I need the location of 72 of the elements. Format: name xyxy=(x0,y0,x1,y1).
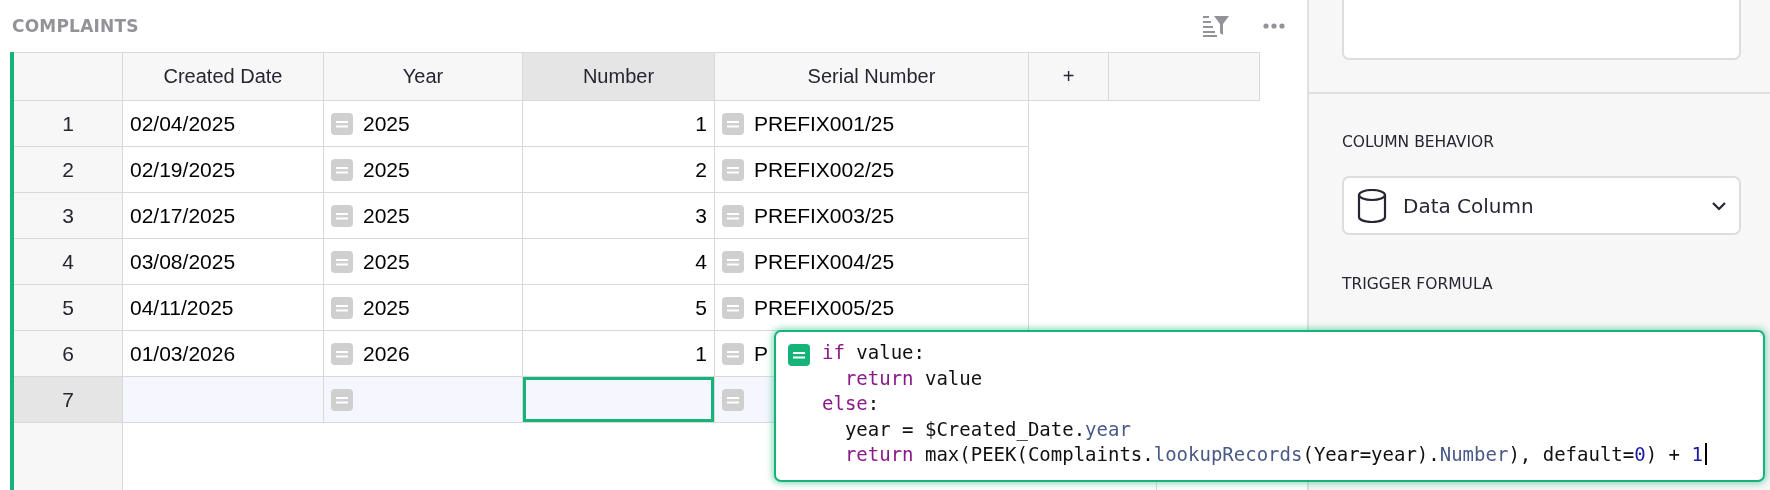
row-number[interactable]: 3 xyxy=(14,193,123,239)
code-line: year = $Created_Date.year xyxy=(843,416,1131,442)
row-number[interactable]: 7 xyxy=(14,377,123,423)
column-behavior-dropdown[interactable]: Data Column xyxy=(1342,176,1741,235)
code-line: return value xyxy=(843,365,983,391)
dropdown-value: Data Column xyxy=(1403,193,1535,218)
table-cell-text: 2025 xyxy=(363,203,410,228)
column-header[interactable]: Created Date xyxy=(123,52,324,101)
table-cell-text: PREFIX001/25 xyxy=(754,111,895,136)
equals-icon xyxy=(722,158,744,181)
equals-icon xyxy=(331,112,353,135)
section-heading: COLUMN BEHAVIOR xyxy=(1342,132,1495,153)
equals-icon xyxy=(722,388,744,411)
table-cell-text: PREFIX002/25 xyxy=(754,157,895,182)
row-number[interactable]: 1 xyxy=(14,101,123,147)
equals-icon xyxy=(331,296,353,319)
column-header[interactable]: Number xyxy=(523,52,715,101)
table-cell-text: 2026 xyxy=(363,341,410,366)
table-cell-text: 2025 xyxy=(363,111,410,136)
table-cell-text: PREFIX004/25 xyxy=(754,249,895,274)
table-cell-text: 1 xyxy=(695,111,707,136)
equals-icon xyxy=(722,342,744,365)
table-cell-text: 4 xyxy=(695,249,707,274)
equals-icon xyxy=(722,204,744,227)
new-row-cell[interactable] xyxy=(324,377,523,423)
code-line: return max(PEEK(Complaints.lookupRecords(Year=year).Number), default=0) + 1 xyxy=(843,442,1703,467)
table-cell-text: 02/19/2025 xyxy=(130,157,236,182)
table-cell-text: PREFIX003/25 xyxy=(754,203,895,228)
text-area[interactable] xyxy=(1342,0,1741,60)
equals-icon xyxy=(331,342,353,365)
header-corner[interactable] xyxy=(14,52,123,101)
row-number[interactable]: 6 xyxy=(14,331,123,377)
equals-icon xyxy=(331,250,353,273)
column-header[interactable]: Year xyxy=(324,52,523,101)
sort-filter-icon[interactable] xyxy=(1203,15,1229,37)
equals-icon xyxy=(722,296,744,319)
table-cell-text: 03/08/2025 xyxy=(130,249,236,274)
equals-icon xyxy=(722,112,744,135)
code-line: else: xyxy=(822,391,880,416)
section-heading: TRIGGER FORMULA xyxy=(1342,274,1494,295)
database-icon xyxy=(1357,188,1387,223)
chevron-down-icon xyxy=(1711,200,1727,211)
row-number[interactable]: 4 xyxy=(14,239,123,285)
code-line: if value: xyxy=(822,340,925,365)
selected-cell[interactable] xyxy=(523,377,715,423)
equals-icon xyxy=(331,388,353,411)
table-cell-text: 01/03/2026 xyxy=(130,341,236,366)
column-header[interactable]: Serial Number xyxy=(715,52,1029,101)
table-cell-text: 04/11/2025 xyxy=(130,295,234,320)
table-cell-text: PREFIX005/25 xyxy=(754,295,895,320)
table-cell-text: 02/04/2025 xyxy=(130,111,236,136)
formula-editor-popup[interactable]: if value: return value else: year = $Created_Date.year return max(PEEK(Complaints.lookupRecords(Year=year).Number), default=0) + 1 xyxy=(774,330,1765,482)
table-cell-text: 5 xyxy=(695,295,707,320)
equals-icon xyxy=(331,158,353,181)
table-cell-text: 2025 xyxy=(363,157,410,182)
new-row-cell[interactable] xyxy=(123,377,324,423)
table-cell-text: 1 xyxy=(695,341,707,366)
table-cell-text: 2025 xyxy=(363,249,410,274)
equals-icon xyxy=(331,204,353,227)
row-number[interactable]: 5 xyxy=(14,285,123,331)
row-number[interactable]: 2 xyxy=(14,147,123,193)
add-column-button[interactable]: + xyxy=(1029,52,1109,101)
equals-icon xyxy=(788,344,810,366)
section-title: COMPLAINTS xyxy=(12,16,139,36)
table-cell-text: 02/17/2025 xyxy=(130,203,236,228)
table-cell-text: 2025 xyxy=(363,295,410,320)
table-cell-text: 3 xyxy=(695,203,707,228)
equals-icon xyxy=(722,250,744,273)
table-cell-text: P xyxy=(754,341,768,366)
table-cell-text: 2 xyxy=(695,157,707,182)
text-cursor xyxy=(1704,443,1707,465)
more-options-icon[interactable] xyxy=(1263,23,1285,29)
